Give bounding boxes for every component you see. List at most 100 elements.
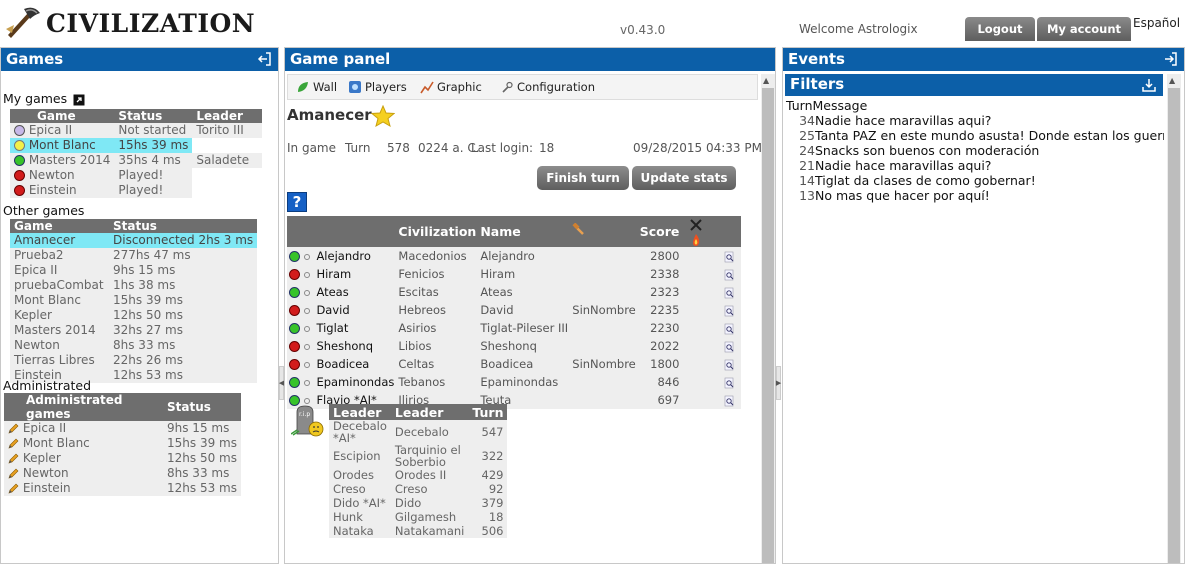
table-row[interactable]: Epaminondas Tebanos Epaminondas 846 <box>287 373 741 391</box>
table-row[interactable]: Newton 8hs 33 ms <box>4 466 241 481</box>
edit-pencil-icon[interactable] <box>8 468 19 479</box>
view-details-icon[interactable] <box>723 323 735 335</box>
dead-leader-2: Gilgamesh <box>390 510 469 524</box>
game-name: Epica II <box>22 421 67 435</box>
view-details-icon[interactable] <box>723 395 735 407</box>
view-details-icon[interactable] <box>723 287 735 299</box>
table-row[interactable]: Epica II Not started Torito III <box>10 123 263 138</box>
tab-players-label: Players <box>365 80 407 94</box>
table-row[interactable]: Epica II 9hs 15 ms <box>10 263 258 278</box>
view-details-icon[interactable] <box>723 341 735 353</box>
player-civilization: Libios <box>396 337 479 355</box>
col-leader: Leader <box>192 109 263 123</box>
open-external-icon[interactable] <box>73 94 85 106</box>
logo-text: CIVILIZATION <box>46 8 256 38</box>
edit-pencil-icon[interactable] <box>8 483 19 494</box>
table-row[interactable]: Newton Played! <box>10 168 263 183</box>
table-row[interactable]: Kepler 12hs 50 ms <box>10 308 258 323</box>
help-button[interactable]: ? <box>287 192 307 212</box>
col-game: Game <box>10 109 115 123</box>
view-details-icon[interactable] <box>723 377 735 389</box>
view-details-icon[interactable] <box>723 359 735 371</box>
dead-turn: 18 <box>468 510 508 524</box>
list-item: 21Nadie hace maravillas aqui? <box>786 158 1164 173</box>
filters-bar[interactable]: Filters <box>785 74 1163 96</box>
col-message: Message <box>812 98 868 113</box>
table-row[interactable]: Amanecer Disconnected 2hs 3 ms <box>10 233 258 248</box>
table-row[interactable]: Kepler 12hs 50 ms <box>4 451 241 466</box>
table-row[interactable]: Boadicea Celtas Boadicea SinNombre 1800 <box>287 355 741 373</box>
dead-leader: Nataka <box>329 524 391 538</box>
view-details-icon[interactable] <box>723 305 735 317</box>
event-turn: 14 <box>799 173 815 188</box>
finish-turn-button[interactable]: Finish turn <box>537 166 629 190</box>
col-name: Name <box>478 216 571 247</box>
events-scrollbar[interactable]: ▲ <box>1167 74 1181 563</box>
table-row[interactable]: Ateas Escitas Ateas 2323 <box>287 283 741 301</box>
players-table: Civilization Name Score Alejandro Macedon… <box>287 216 741 409</box>
table-row[interactable]: Einstein 12hs 53 ms <box>4 481 241 496</box>
logo[interactable]: CIVILIZATION <box>4 4 255 42</box>
table-row[interactable]: Epica II 9hs 15 ms <box>4 421 241 436</box>
table-row[interactable]: Newton 8hs 33 ms <box>10 338 258 353</box>
right-panel-handle[interactable]: ▶ <box>776 366 781 400</box>
table-row[interactable]: Tierras Libres 22hs 26 ms <box>10 353 258 368</box>
status-green-dot-icon <box>289 323 300 334</box>
download-icon[interactable] <box>1141 77 1157 93</box>
in-game-label: In game <box>287 141 337 155</box>
game-name: Epica II <box>28 123 73 137</box>
table-row[interactable]: Hiram Fenicios Hiram 2338 <box>287 265 741 283</box>
table-row[interactable]: Tiglat Asirios Tiglat-Pileser III 2230 <box>287 319 741 337</box>
view-details-icon[interactable] <box>723 251 735 263</box>
event-message: Nadie hace maravillas aqui? <box>815 113 992 128</box>
table-row[interactable]: Prueba2 277hs 47 ms <box>10 248 258 263</box>
table-row[interactable]: Mont Blanc 15hs 39 ms <box>10 293 258 308</box>
table-row[interactable]: Mont Blanc 15hs 39 ms <box>10 138 263 153</box>
scrollbar-thumb[interactable] <box>1168 88 1180 563</box>
player-score: 2230 <box>637 319 688 337</box>
tab-players[interactable]: Players <box>348 80 407 94</box>
table-row[interactable]: Einstein Played! <box>10 183 263 198</box>
table-row[interactable]: pruebaCombat 1hs 38 ms <box>10 278 258 293</box>
table-row[interactable]: David Hebreos David SinNombre 2235 <box>287 301 741 319</box>
table-row[interactable]: Masters 2014 35hs 4 ms Saladete <box>10 153 263 168</box>
dead-turn: 92 <box>468 482 508 496</box>
scroll-up-icon[interactable]: ▲ <box>763 76 769 85</box>
table-row[interactable]: Mont Blanc 15hs 39 ms <box>4 436 241 451</box>
table-row[interactable]: Sheshonq Libios Sheshonq 2022 <box>287 337 741 355</box>
status-cell <box>287 283 302 301</box>
edit-pencil-icon[interactable] <box>8 453 19 464</box>
edit-pencil-icon[interactable] <box>8 438 19 449</box>
table-row[interactable]: Alejandro Macedonios Alejandro 2800 <box>287 247 741 265</box>
details-cell <box>721 265 741 283</box>
game-name: Masters 2014 <box>10 323 109 338</box>
collapse-left-icon[interactable] <box>256 51 272 67</box>
view-details-icon[interactable] <box>723 269 735 281</box>
tab-configuration[interactable]: Configuration <box>500 80 595 94</box>
logout-button[interactable]: Logout <box>965 17 1035 41</box>
language-selector[interactable]: Español <box>1133 16 1180 30</box>
favorite-star-icon[interactable] <box>371 105 395 127</box>
list-item: 13No mas que hacer por aquí! <box>786 188 1164 203</box>
scroll-up-icon[interactable]: ▲ <box>1169 76 1175 85</box>
edit-pencil-icon[interactable] <box>8 423 19 434</box>
col-status: Status <box>163 393 241 421</box>
game-panel-scrollbar[interactable]: ▲ <box>761 74 775 563</box>
player-leader: Sheshonq <box>314 337 397 355</box>
game-panel: Game panel Wall Players Graphic Configur… <box>284 47 776 564</box>
scrollbar-thumb[interactable] <box>762 88 774 563</box>
tab-wall[interactable]: Wall <box>296 80 337 94</box>
game-status: Not started <box>114 123 193 138</box>
table-row[interactable]: Masters 2014 32hs 27 ms <box>10 323 258 338</box>
update-stats-button[interactable]: Update stats <box>632 166 736 190</box>
my-account-button[interactable]: My account <box>1037 17 1131 41</box>
ring-cell <box>302 319 315 337</box>
game-name: Newton <box>22 466 69 480</box>
collapse-right-icon[interactable] <box>1162 51 1178 67</box>
event-turn: 24 <box>799 143 815 158</box>
table-row: Nataka Natakamani 506 <box>329 524 508 538</box>
my-games-label-text: My games <box>3 91 68 106</box>
status-red-dot-icon <box>289 305 300 316</box>
table-row: Escipion Tarquinio el Soberbio 322 <box>329 444 508 468</box>
tab-graphic[interactable]: Graphic <box>420 80 482 94</box>
